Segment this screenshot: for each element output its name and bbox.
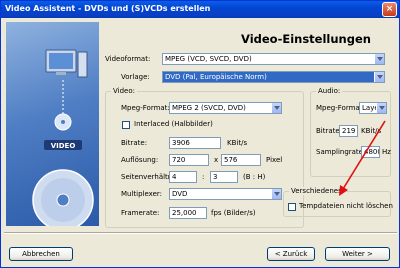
annotation-arrow <box>339 120 386 196</box>
footer-separator <box>4 232 397 234</box>
back-button[interactable]: < Zurück <box>267 247 315 261</box>
cancel-button[interactable]: Abbrechen <box>9 247 73 261</box>
wizard-window: Video Assistent - DVDs und (S)VCDs erste… <box>0 0 400 268</box>
next-button[interactable]: Weiter > <box>325 247 390 261</box>
